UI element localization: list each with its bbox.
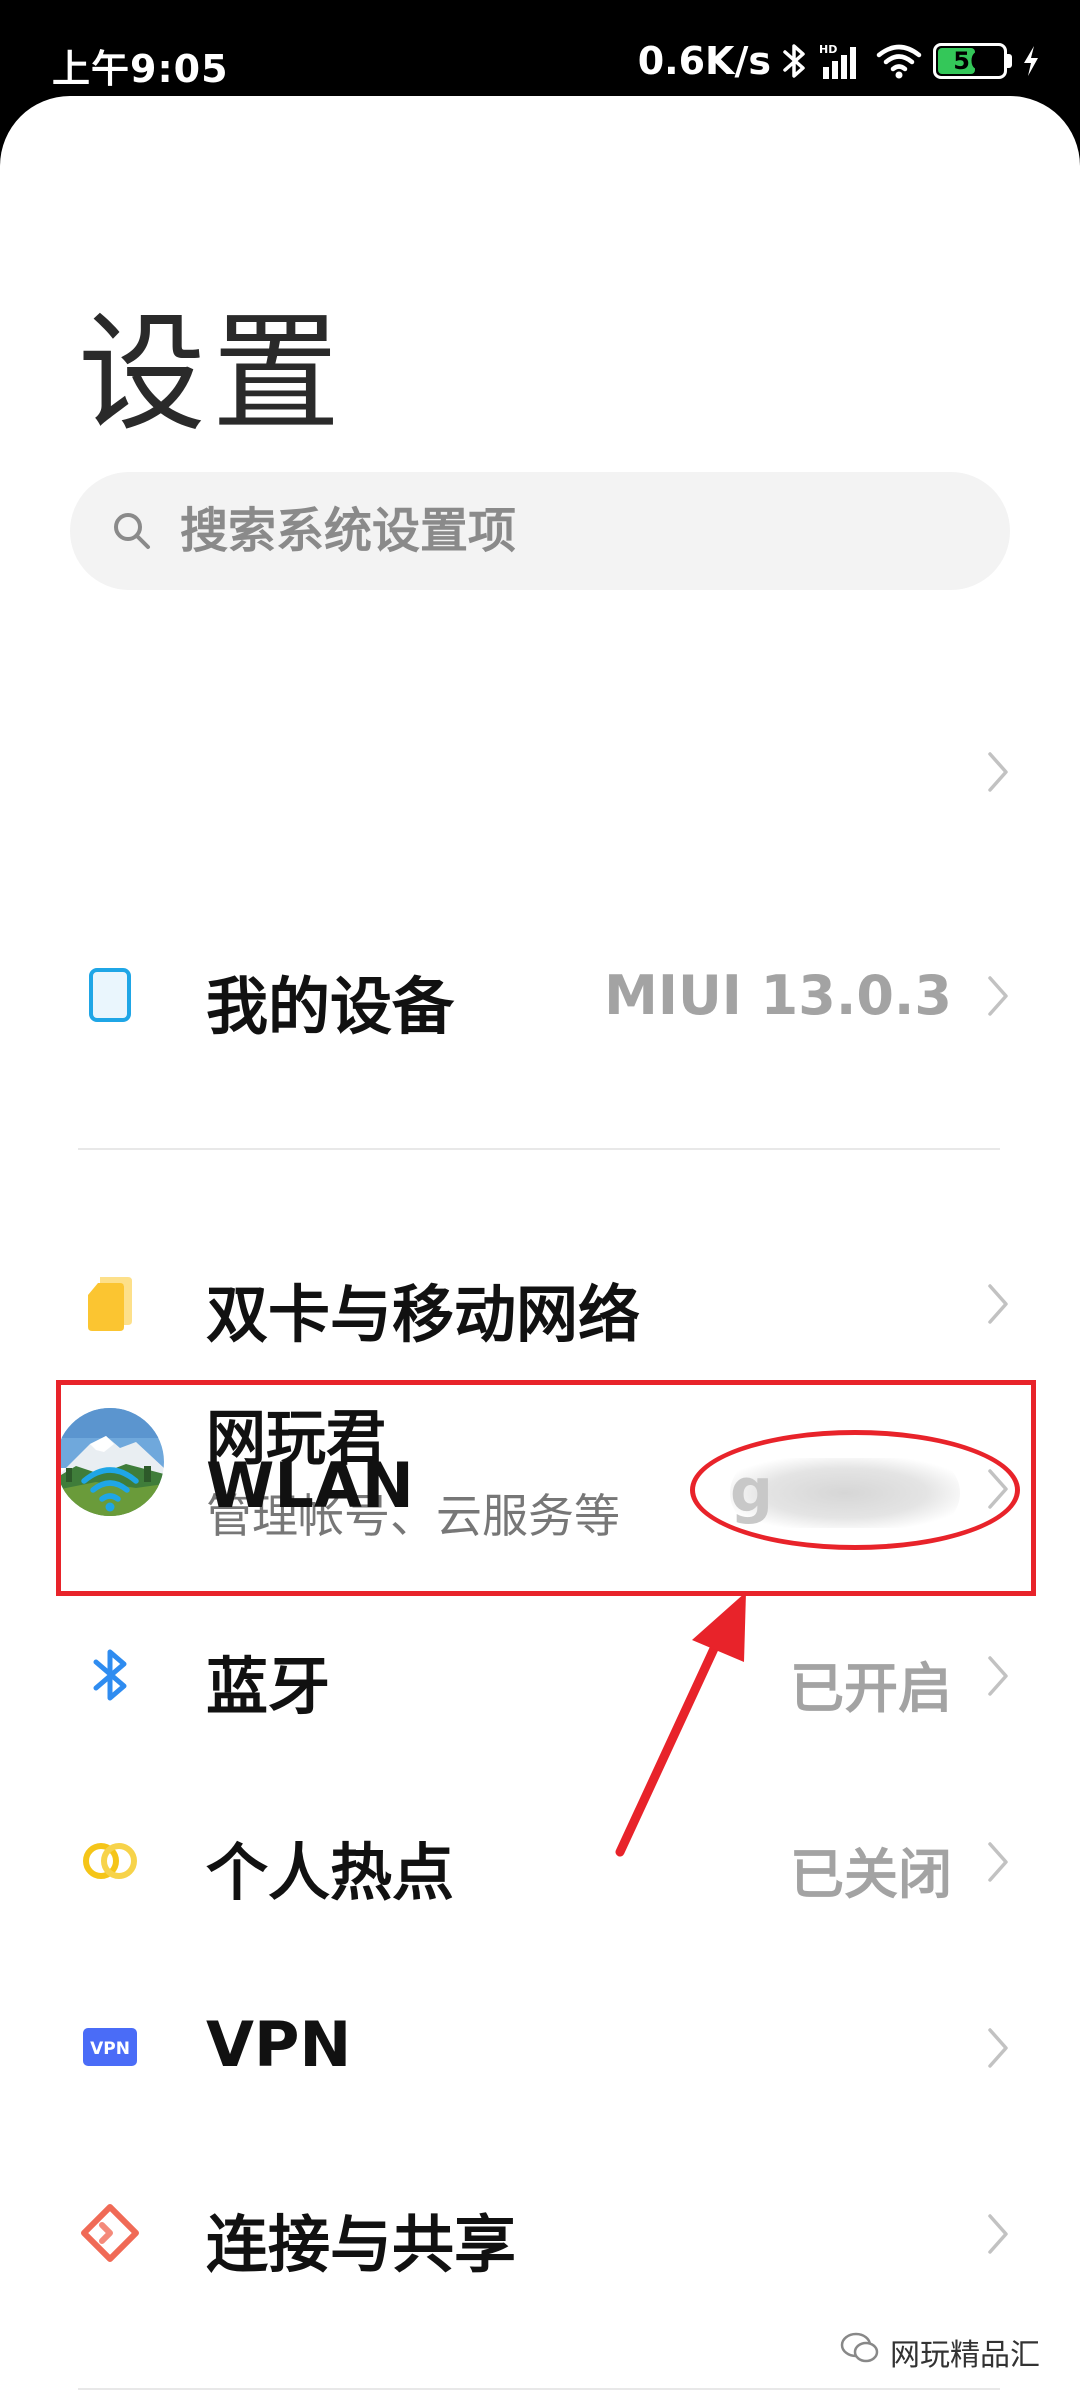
bluetooth-icon xyxy=(78,1643,142,1707)
charging-icon xyxy=(1022,44,1040,78)
chevron-right-icon xyxy=(986,1282,1010,1326)
search-bar[interactable] xyxy=(70,472,1010,590)
bluetooth-icon xyxy=(781,41,807,81)
battery-icon: 56 xyxy=(933,43,1012,79)
wifi-icon xyxy=(78,1456,142,1520)
vpn-icon: VPN xyxy=(78,2015,142,2079)
settings-item-label: WLAN xyxy=(206,1449,414,1522)
settings-item-value: MIUI 13.0.3 xyxy=(604,964,952,1027)
page-title: 设置 xyxy=(78,300,347,449)
chevron-right-icon xyxy=(986,750,1010,794)
settings-item-value: 已开启 xyxy=(790,1657,952,1720)
wifi-icon xyxy=(875,41,923,81)
watermark-text: 网玩精品汇 xyxy=(890,2338,1040,2373)
section-divider xyxy=(78,1148,1000,1150)
tablet-icon xyxy=(78,963,142,1027)
watermark: 网玩精品汇 xyxy=(840,2330,1040,2374)
settings-item-hotspot[interactable]: 个人热点 已关闭 xyxy=(0,1806,1080,1916)
status-right-group: 0.6K/s HD 56 xyxy=(638,36,1040,86)
chevron-right-icon xyxy=(986,1654,1010,1698)
vpn-badge-text: VPN xyxy=(90,2039,130,2059)
settings-item-label: 蓝牙 xyxy=(206,1650,331,1723)
settings-item-label: VPN xyxy=(206,2008,352,2081)
annotation-arrow xyxy=(615,1592,746,1857)
chevron-right-icon xyxy=(986,1467,1010,1511)
chevron-right-icon xyxy=(986,2212,1010,2256)
search-icon xyxy=(110,509,154,553)
wechat-icon xyxy=(840,2331,880,2373)
signal-hd-icon: HD xyxy=(817,41,865,81)
settings-item-label: 双卡与移动网络 xyxy=(206,1278,641,1351)
settings-item-label: 连接与共享 xyxy=(206,2208,517,2281)
network-speed: 0.6K/s xyxy=(637,39,771,83)
settings-item-value: 已关闭 xyxy=(790,1843,952,1906)
settings-item-label: 我的设备 xyxy=(206,970,455,1043)
settings-item-sim[interactable]: 双卡与移动网络 xyxy=(0,1248,1080,1358)
settings-item-connection[interactable]: 连接与共享 xyxy=(0,2178,1080,2288)
settings-item-vpn[interactable]: VPN VPN xyxy=(0,1992,1080,2102)
section-divider xyxy=(78,2388,1000,2390)
svg-text:HD: HD xyxy=(819,43,837,56)
chevron-right-icon xyxy=(986,1840,1010,1884)
connection-share-icon xyxy=(78,2201,142,2265)
battery-level: 56 xyxy=(953,47,987,75)
sim-card-icon xyxy=(78,1271,142,1335)
settings-item-label: 个人热点 xyxy=(206,1836,455,1909)
status-time: 上午9:05 xyxy=(52,47,229,91)
settings-item-value: g xyxy=(730,1456,773,1526)
account-row[interactable]: 网玩君 管理帐号、云服务等 xyxy=(0,690,1080,1543)
chevron-right-icon xyxy=(986,2026,1010,2070)
hotspot-icon xyxy=(78,1829,142,1893)
search-input[interactable] xyxy=(178,502,942,560)
settings-item-my-device[interactable]: 我的设备 MIUI 13.0.3 xyxy=(0,940,1080,1050)
chevron-right-icon xyxy=(986,974,1010,1018)
status-bar: 上午9:05 0.6K/s HD 56 xyxy=(0,0,1080,100)
settings-item-bluetooth[interactable]: 蓝牙 已开启 xyxy=(0,1620,1080,1730)
